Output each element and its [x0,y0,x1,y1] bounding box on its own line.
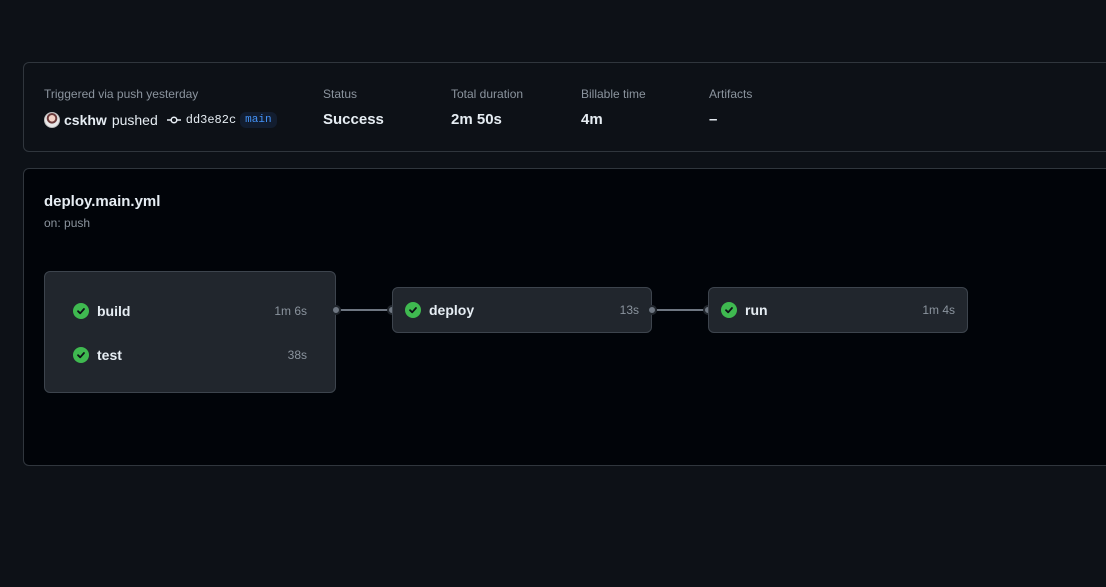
connector-line [657,309,709,311]
trigger-label: Triggered via push yesterday [44,87,199,101]
job-name: build [97,303,131,319]
billable-value: 4m [581,111,603,128]
user-link[interactable]: cskhw [64,112,107,128]
check-circle-icon [405,302,421,318]
connector-dot [331,305,341,315]
branch-label[interactable]: main [240,112,277,128]
job-group-run: run 1m 4s [708,287,968,333]
job-name: deploy [429,302,475,318]
git-commit-icon [166,115,181,125]
billable-label[interactable]: Billable time [581,86,646,102]
duration-label: Total duration [451,87,524,101]
job-run[interactable]: run 1m 4s [721,300,955,320]
job-duration: 1m 6s [274,304,307,318]
job-test[interactable]: test 38s [73,345,307,365]
duration-info: Total duration 2m 50s [451,86,523,129]
artifacts-label: Artifacts [709,87,753,101]
check-circle-icon [73,303,89,319]
commit-sha-link[interactable]: dd3e82c [186,113,236,127]
status-value: Success [323,111,384,128]
duration-value: 2m 50s [451,111,502,128]
workflow-file-name[interactable]: deploy.main.yml [44,193,160,210]
job-group-deploy: deploy 13s [392,287,652,333]
connector-line [341,309,393,311]
status-label: Status [323,87,358,101]
action-text: pushed [111,112,158,128]
status-info: Status Success [323,86,384,129]
job-name: test [97,347,122,363]
workflow-graph: deploy.main.yml on: push build 1m 6s tes… [23,168,1106,466]
check-circle-icon [73,347,89,363]
run-summary: Triggered via push yesterday cskhw pushe… [23,62,1106,152]
artifacts-info: Artifacts – [709,86,752,129]
job-name: run [745,302,768,318]
job-group-build-test: build 1m 6s test 38s [44,271,336,393]
workflow-trigger: on: push [44,216,91,230]
trigger-info: Triggered via push yesterday cskhw pushe… [44,86,277,129]
job-deploy[interactable]: deploy 13s [405,300,639,320]
job-build[interactable]: build 1m 6s [73,301,307,321]
job-duration: 38s [287,348,307,362]
job-duration: 13s [619,303,639,317]
check-circle-icon [721,302,737,318]
job-duration: 1m 4s [922,303,955,317]
artifacts-value: – [709,111,718,128]
user-avatar[interactable] [44,112,60,128]
connector-dot [647,305,657,315]
billable-info: Billable time 4m [581,86,646,129]
